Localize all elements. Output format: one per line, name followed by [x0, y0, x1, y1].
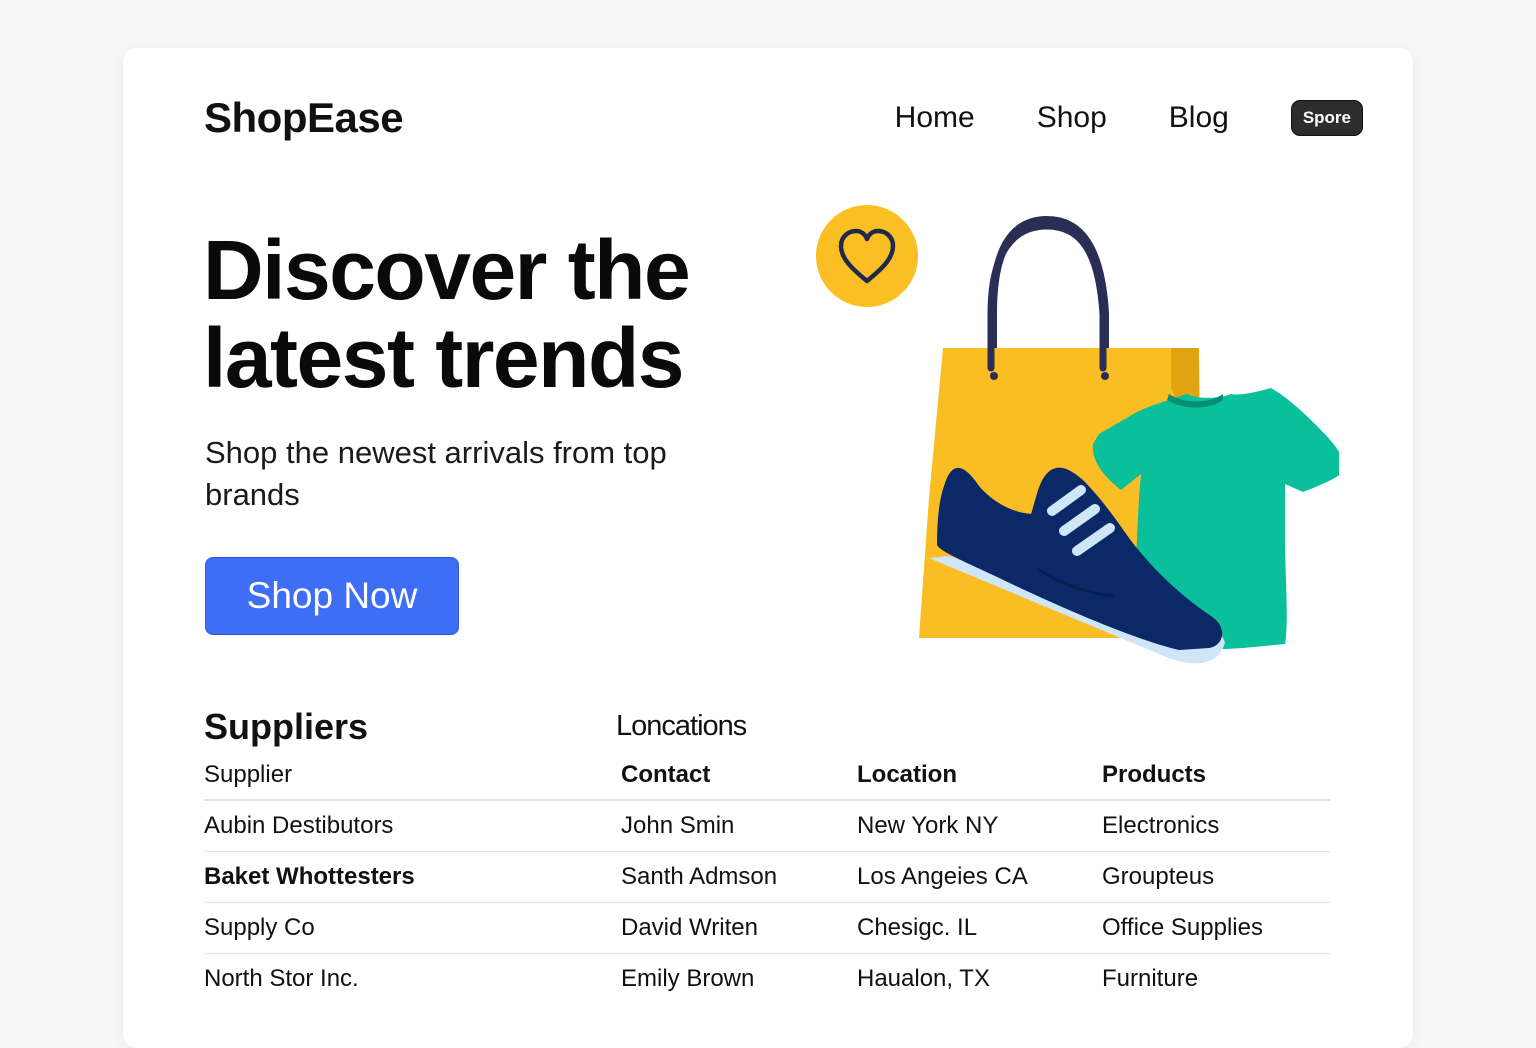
nav-blog-link[interactable]: Blog — [1169, 101, 1229, 135]
hero-illustration — [816, 205, 1339, 664]
hero-subtitle: Shop the newest arrivals from top brands — [205, 435, 667, 512]
heart-icon[interactable] — [816, 205, 918, 307]
nav-badge-button[interactable]: Spore — [1290, 100, 1363, 136]
nav-shop-link[interactable]: Shop — [1037, 101, 1107, 135]
products-cell: Electronics — [1102, 800, 1330, 852]
shop-now-button[interactable]: Shop Now — [205, 557, 459, 635]
column-header-location: Location — [857, 751, 1102, 801]
hero-title-line-1: Discover the — [203, 223, 691, 317]
supplier-cell: Baket Whottesters — [204, 851, 621, 903]
table-row[interactable]: Baket Whottesters Santh Admson Los Angei… — [204, 851, 1330, 903]
location-cell: New York NY — [857, 800, 1102, 852]
contact-cell: John Smin — [621, 800, 857, 852]
column-header-contact: Contact — [621, 751, 857, 801]
contact-cell: Santh Admson — [621, 851, 857, 903]
supplier-cell: Aubin Destibutors — [204, 800, 621, 852]
main-nav: Home Shop Blog Spore — [895, 100, 1363, 136]
hero-title-line-2: latest trends — [203, 311, 685, 405]
logo[interactable]: ShopEase — [204, 94, 404, 142]
contact-cell: Emily Brown — [621, 965, 755, 992]
page-card: ShopEase Home Shop Blog Spore Discover t… — [123, 48, 1413, 1048]
location-cell: Los Angeies CA — [857, 851, 1102, 903]
products-cell: Office Supplies — [1102, 902, 1330, 954]
contact-cell: David Writen — [621, 902, 857, 954]
table-row[interactable]: Aubin Destibutors John Smin New York NY … — [204, 800, 1330, 852]
supplier-cell: North Stor Inc. — [204, 965, 359, 992]
table-row[interactable]: Supply Co David Writen Chesigc. IL Offic… — [204, 902, 1330, 954]
suppliers-table: Supplier Contact Location Products Aubin… — [204, 751, 1330, 1004]
table-row[interactable]: North Stor Inc. Emily Brown Haualon, TX … — [204, 954, 1330, 1005]
column-header-supplier: Supplier — [204, 751, 621, 801]
products-cell: Groupteus — [1102, 851, 1330, 903]
supplier-cell: Supply Co — [204, 902, 621, 954]
column-header-products: Products — [1102, 751, 1330, 801]
locations-subtitle: Loncations — [616, 710, 747, 742]
location-cell: Chesigc. IL — [857, 902, 1102, 954]
hero-title: Discover the latest trends — [203, 226, 803, 402]
suppliers-title: Suppliers — [204, 706, 369, 747]
table-header-row: Supplier Contact Location Products — [204, 751, 1330, 801]
nav-home-link[interactable]: Home — [895, 101, 975, 135]
products-cell: Furniture — [1102, 965, 1199, 992]
location-cell: Haualon, TX — [857, 965, 990, 992]
